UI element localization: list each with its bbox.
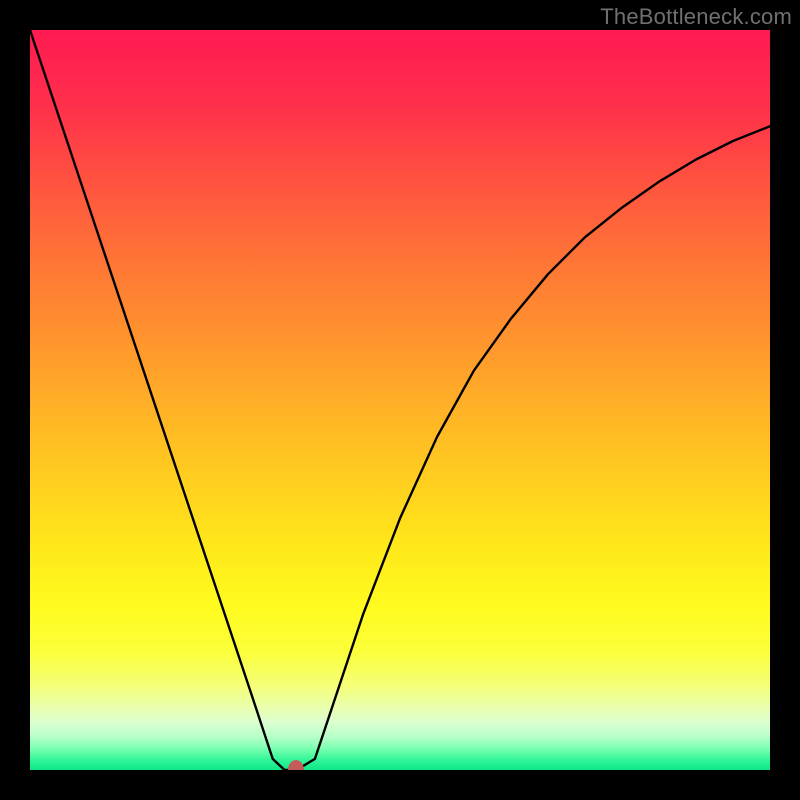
chart-frame: TheBottleneck.com (0, 0, 800, 800)
watermark-text: TheBottleneck.com (600, 4, 792, 30)
bottleneck-curve (30, 30, 770, 770)
plot-area (30, 30, 770, 770)
